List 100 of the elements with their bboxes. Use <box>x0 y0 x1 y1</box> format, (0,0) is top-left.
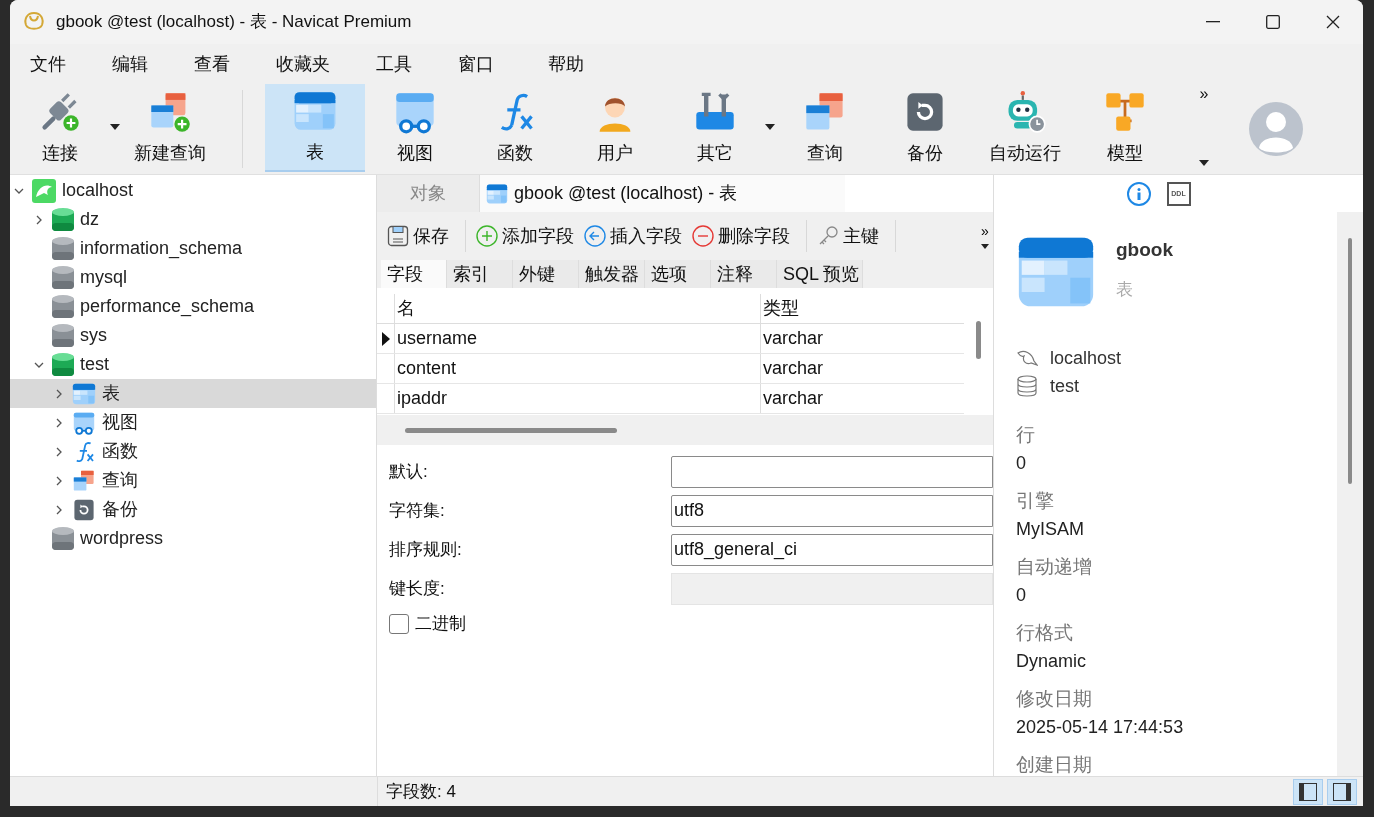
column-header: 类型 <box>763 297 799 320</box>
object-type: 表 <box>1116 278 1134 301</box>
layout-toggle-button[interactable] <box>1293 778 1323 805</box>
tree-item[interactable]: sys <box>10 321 376 350</box>
table-cell-text: ipaddr <box>397 387 448 410</box>
tree-item[interactable]: 表 <box>10 379 376 408</box>
tab[interactable]: SQL 预览 <box>777 260 863 288</box>
tree-label: 查询 <box>102 469 138 492</box>
tree-item[interactable]: mysql <box>10 263 376 292</box>
status-text: 字段数: 4 <box>386 780 456 803</box>
field-label: 键长度: <box>389 577 446 600</box>
info-tab[interactable] <box>1126 181 1151 206</box>
menu-item[interactable]: 收藏夹 <box>266 50 340 78</box>
menu-item[interactable]: 工具 <box>366 50 422 78</box>
column-header: 名 <box>397 297 415 320</box>
toolbar-button[interactable]: 删除字段 <box>690 222 792 250</box>
caret-down-icon[interactable] <box>110 124 120 130</box>
plus-circle-icon <box>476 225 498 247</box>
object-name: gbook <box>1116 238 1173 262</box>
window-title: gbook @test (localhost) - 表 - Navicat Premium <box>56 11 412 34</box>
toolbar-button[interactable]: 备份 <box>875 84 975 172</box>
tree-item[interactable]: test <box>10 350 376 379</box>
property-value: 2025-05-14 17:44:53 <box>1016 716 1185 739</box>
toolbar-button[interactable]: 表 <box>265 84 365 172</box>
tab[interactable]: 选项 <box>645 260 711 288</box>
toolbar-button[interactable]: 函数 <box>465 84 565 172</box>
field-label: 字符集: <box>389 499 446 522</box>
toolbar-button[interactable]: 查询 <box>775 84 875 172</box>
toolbar-button[interactable]: 插入字段 <box>582 222 684 250</box>
table-cell-text: varchar <box>763 387 824 410</box>
tree-label: test <box>80 353 109 376</box>
input-field[interactable]: utf8_general_ci <box>671 533 993 566</box>
tree-item[interactable]: 视图 <box>10 408 376 437</box>
toolbar-button[interactable]: 视图 <box>365 84 465 172</box>
maximize-icon <box>1266 15 1280 29</box>
tree-item[interactable]: wordpress <box>10 524 376 553</box>
menu-item[interactable]: 窗口 <box>448 50 504 78</box>
more-button[interactable]: » <box>981 223 989 238</box>
tree-label: localhost <box>62 179 134 202</box>
function-icon <box>500 93 534 130</box>
toolbar-button[interactable]: 新建查询 <box>120 84 220 172</box>
tree-label: mysql <box>80 266 127 289</box>
field-label: 默认: <box>389 460 429 483</box>
caret-down-icon <box>1199 160 1209 166</box>
toolbar-button[interactable]: 模型 <box>1075 84 1175 172</box>
tree-item[interactable]: 查询 <box>10 466 376 495</box>
view-icon <box>72 410 96 435</box>
caret-down-icon[interactable] <box>765 124 775 130</box>
floppy-icon <box>387 225 409 247</box>
property-value: Dynamic <box>1016 650 1087 673</box>
query-icon <box>72 468 96 493</box>
menu-item[interactable]: 帮助 <box>538 50 594 78</box>
field-label: 排序规则: <box>389 538 463 561</box>
scrollbar-thumb[interactable] <box>405 427 617 433</box>
property-value: 0 <box>1016 452 1027 475</box>
tab[interactable]: 注释 <box>711 260 777 288</box>
toolbar-button[interactable]: 连接 <box>10 84 110 172</box>
menu-item[interactable]: 文件 <box>20 50 76 78</box>
tab[interactable]: 外键 <box>513 260 579 288</box>
tab[interactable]: 索引 <box>447 260 513 288</box>
menu-item[interactable]: 编辑 <box>102 50 158 78</box>
more-button[interactable]: » <box>1199 86 1209 102</box>
database-name: test <box>1050 374 1079 398</box>
backup-icon <box>72 497 96 522</box>
menu-item[interactable]: 查看 <box>184 50 240 78</box>
key-icon <box>817 225 839 247</box>
editor-tab[interactable]: gbook @test (localhost) - 表 <box>480 175 845 212</box>
info-icon <box>1136 187 1141 200</box>
dolphin-icon <box>32 178 56 203</box>
tree-item[interactable]: 备份 <box>10 495 376 524</box>
checkbox[interactable]: 二进制 <box>389 611 993 637</box>
toolbar-button[interactable]: 保存 <box>385 222 451 250</box>
input-field[interactable]: utf8 <box>671 494 993 527</box>
tree-item[interactable]: 函数 <box>10 437 376 466</box>
tab[interactable]: 触发器 <box>579 260 645 288</box>
scrollbar-thumb[interactable] <box>976 321 981 359</box>
tree-item[interactable]: dz <box>10 205 376 234</box>
toolbar-button[interactable]: 其它 <box>665 84 765 172</box>
property-label: 创建日期 <box>1016 753 1093 776</box>
avatar[interactable] <box>1249 102 1303 156</box>
tree-item[interactable]: localhost <box>10 176 376 205</box>
connection-name: localhost <box>1050 346 1122 370</box>
minus-circle-icon <box>692 225 714 247</box>
tree-label: 视图 <box>102 411 138 434</box>
toolbar-button[interactable]: 自动运行 <box>975 84 1075 172</box>
database-icon <box>1016 375 1038 397</box>
property-label: 修改日期 <box>1016 687 1093 711</box>
property-label: 引擎 <box>1016 489 1055 513</box>
input-field[interactable] <box>671 455 993 488</box>
layout-toggle-button[interactable] <box>1327 778 1357 805</box>
toolbar-button[interactable]: 添加字段 <box>474 222 576 250</box>
tree-item[interactable]: performance_schema <box>10 292 376 321</box>
scrollbar-thumb[interactable] <box>1348 238 1352 484</box>
tab[interactable]: 字段 <box>381 260 447 288</box>
table-icon <box>72 381 96 406</box>
tree-item[interactable]: information_schema <box>10 234 376 263</box>
toolbar-button[interactable]: 用户 <box>565 84 665 172</box>
table-cell-text: username <box>397 327 478 350</box>
tree-label: information_schema <box>80 237 243 261</box>
toolbar-button[interactable]: 主键 <box>815 222 881 250</box>
